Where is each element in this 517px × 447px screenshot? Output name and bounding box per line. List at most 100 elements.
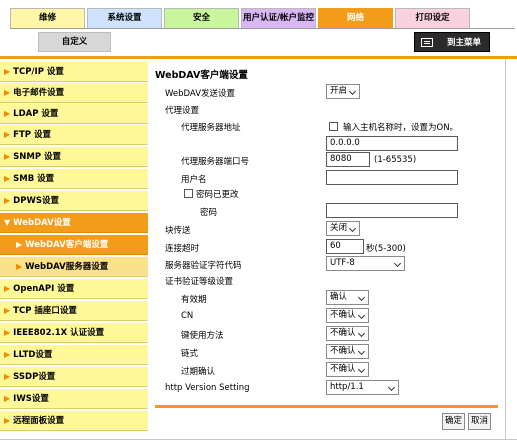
sidebar-item-label: LDAP 设置 xyxy=(13,109,59,119)
sidebar-item-label: 电子邮件设置 xyxy=(13,88,65,98)
expiry-label: 过期确认 xyxy=(181,367,216,377)
cn-label: CN xyxy=(181,311,194,321)
chevron-right-icon: ▶ xyxy=(4,109,11,118)
validity-select[interactable]: 确认 xyxy=(326,290,369,305)
sidebar-item-openapi[interactable]: ▶ OpenAPI 设置 xyxy=(0,279,148,299)
tab-security[interactable]: 安全 xyxy=(164,8,239,28)
sidebar-item-label: SMB 设置 xyxy=(13,174,55,184)
timeout-label: 连接超时 xyxy=(165,244,200,254)
http-version-select[interactable]: http/1.1 xyxy=(326,380,399,395)
expiry-select[interactable]: 不确认 xyxy=(326,362,369,377)
username-label: 用户名 xyxy=(181,175,207,185)
sidebar-item-label: TCP/IP 设置 xyxy=(13,67,64,77)
sidebar-item-tcpip[interactable]: ▶ TCP/IP 设置 xyxy=(0,62,148,82)
cancel-button[interactable]: 取消 xyxy=(468,413,491,430)
chevron-down-icon xyxy=(387,383,396,392)
password-input[interactable] xyxy=(326,203,458,218)
cn-select[interactable]: 不确认 xyxy=(326,308,369,323)
chevron-right-icon: ▶ xyxy=(4,174,11,183)
proxy-port-input[interactable]: 8080 xyxy=(326,152,370,167)
sidebar-item-label: WebDAV客户端设置 xyxy=(25,240,109,250)
sidebar-item-webdav[interactable]: ▼ WebDAV设置 xyxy=(0,213,148,233)
chevron-right-icon: ▶ xyxy=(4,372,11,381)
sidebar-item-snmp[interactable]: ▶ SNMP 设置 xyxy=(0,147,148,167)
tab-system-settings[interactable]: 系统设置 xyxy=(87,8,162,28)
cn-value: 不确认 xyxy=(330,310,356,320)
sidebar-item-ldap[interactable]: ▶ LDAP 设置 xyxy=(0,104,148,124)
proxy-address-label: 代理服务器地址 xyxy=(181,123,241,133)
validity-label: 有效期 xyxy=(181,295,207,305)
chevron-right-icon: ▶ xyxy=(4,67,11,76)
chunk-transfer-select[interactable]: 关闭 xyxy=(326,221,360,236)
chevron-down-icon xyxy=(348,224,357,233)
sidebar-item-label: 远程面板设置 xyxy=(13,416,65,426)
chevron-down-icon xyxy=(393,259,402,268)
sidebar-item-email[interactable]: ▶ 电子邮件设置 xyxy=(0,83,148,103)
frame-bottom-border xyxy=(0,439,517,440)
send-setting-label: WebDAV发送设置 xyxy=(165,89,236,99)
frame-right-border xyxy=(505,59,506,440)
main-menu-label: 到主菜单 xyxy=(447,38,482,48)
password-changed-checkbox[interactable] xyxy=(184,189,193,198)
sidebar-item-label: SSDP设置 xyxy=(13,372,56,382)
tab-custom[interactable]: 自定义 xyxy=(38,32,111,52)
sidebar-item-label: LLTD设置 xyxy=(13,350,53,360)
chevron-down-icon: ▼ xyxy=(4,218,11,227)
sidebar-item-label: DPWS设置 xyxy=(13,196,59,206)
http-version-value: http/1.1 xyxy=(330,382,364,392)
tab-print-settings[interactable]: 打印设定 xyxy=(395,8,470,28)
page-title: WebDAV客户端设置 xyxy=(155,70,248,81)
key-usage-select[interactable]: 不确认 xyxy=(326,326,369,341)
chain-select[interactable]: 不确认 xyxy=(326,344,369,359)
proxy-hostname-checkbox[interactable] xyxy=(329,122,338,131)
sidebar-item-dpws[interactable]: ▶ DPWS设置 xyxy=(0,191,148,211)
footer-divider xyxy=(155,405,498,408)
sidebar-item-lltd[interactable]: ▶ LLTD设置 xyxy=(0,345,148,365)
timeout-input[interactable]: 60 xyxy=(326,239,364,254)
sidebar-item-iws[interactable]: ▶ IWS设置 xyxy=(0,389,148,409)
expiry-value: 不确认 xyxy=(330,364,356,374)
proxy-address-input[interactable]: 0.0.0.0 xyxy=(326,136,458,151)
chevron-right-icon: ▶ xyxy=(4,152,11,161)
chevron-down-icon xyxy=(357,347,366,356)
validity-value: 确认 xyxy=(330,292,348,302)
chevron-right-icon: ▶ xyxy=(4,284,11,293)
chain-value: 不确认 xyxy=(330,346,356,356)
username-input[interactable] xyxy=(326,170,458,185)
sidebar-item-label: WebDAV设置 xyxy=(13,218,71,228)
sidebar-item-smb[interactable]: ▶ SMB 设置 xyxy=(0,169,148,189)
chevron-right-icon: ▶ xyxy=(4,350,11,359)
ok-button[interactable]: 确定 xyxy=(442,413,465,430)
send-setting-value: 开启 xyxy=(330,86,348,96)
sidebar-item-remote-panel[interactable]: ▶ 远程面板设置 xyxy=(0,411,148,431)
key-usage-label: 键使用方法 xyxy=(181,331,224,341)
proxy-port-label: 代理服务器端口号 xyxy=(181,157,250,167)
cert-section-label: 证书验证等级设置 xyxy=(165,277,234,287)
tab-separator xyxy=(10,28,515,29)
main-menu-button[interactable]: 到主菜单 xyxy=(414,32,490,52)
send-setting-select[interactable]: 开启 xyxy=(326,84,360,99)
sidebar-item-tcp-socket[interactable]: ▶ TCP 插座口设置 xyxy=(0,301,148,321)
timeout-unit: 秒(5-300) xyxy=(366,244,406,254)
chevron-right-icon: ▶ xyxy=(4,394,11,403)
sidebar-item-webdav-server[interactable]: ▶ WebDAV服务器设置 xyxy=(0,257,148,277)
tab-network[interactable]: 网络 xyxy=(318,8,393,28)
sidebar-item-ftp[interactable]: ▶ FTP 设置 xyxy=(0,125,148,145)
sidebar-item-ieee8021x[interactable]: ▶ IEEE802.1X 认证设置 xyxy=(0,323,148,343)
tab-user-auth[interactable]: 用户认证/帐户监控 xyxy=(241,8,316,28)
charset-select[interactable]: UTF-8 xyxy=(326,256,405,271)
menu-icon xyxy=(421,38,433,47)
sidebar: ▶ TCP/IP 设置 ▶ 电子邮件设置 ▶ LDAP 设置 ▶ FTP 设置 ▶ SNM… xyxy=(0,59,148,447)
chevron-down-icon xyxy=(357,365,366,374)
chevron-right-icon: ▶ xyxy=(16,262,23,271)
chevron-down-icon xyxy=(348,87,357,96)
chevron-right-icon: ▶ xyxy=(16,240,23,249)
sidebar-item-label: SNMP 设置 xyxy=(13,152,62,162)
tab-maintenance[interactable]: 维修 xyxy=(10,8,85,28)
sidebar-item-webdav-client[interactable]: ▶ WebDAV客户端设置 xyxy=(0,235,148,255)
sidebar-item-ssdp[interactable]: ▶ SSDP设置 xyxy=(0,367,148,387)
key-usage-value: 不确认 xyxy=(330,328,356,338)
proxy-port-range: (1-65535) xyxy=(374,155,417,165)
sidebar-item-label: TCP 插座口设置 xyxy=(13,306,77,316)
chevron-down-icon xyxy=(357,329,366,338)
